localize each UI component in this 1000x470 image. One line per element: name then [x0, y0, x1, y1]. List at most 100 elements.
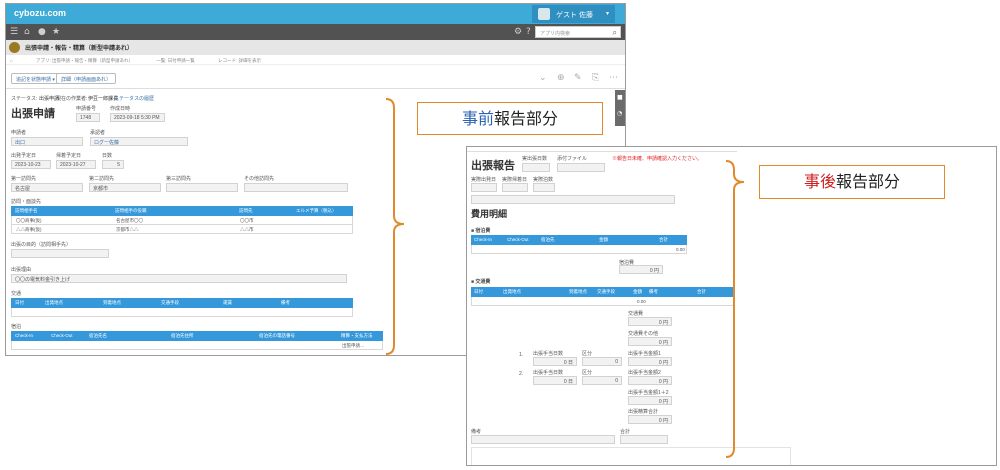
allowance-amount-field: 0 円 — [628, 376, 672, 385]
dest4-field — [244, 183, 348, 192]
visits-label: 訪問・面談先 — [11, 199, 42, 205]
navigation-bar: ☰ ⌂ ● ★ ⚙ ? アプリ内検索 ⌕ — [6, 24, 625, 40]
start-date-field: 2023-10-23 — [11, 160, 51, 169]
grand-total-field: 0 円 — [628, 415, 672, 424]
memo-wide-field — [471, 195, 675, 204]
end-date-field: 2023-10-27 — [56, 160, 96, 169]
page-title: 出張申請 — [11, 107, 55, 120]
home-icon[interactable]: ⌂ — [10, 58, 13, 63]
nights-label: 実際泊数 — [533, 177, 554, 183]
table-row — [11, 308, 353, 317]
transport-total-label: 交通費 — [628, 311, 644, 317]
breadcrumb: ⌂ アプリ: 出張申請・報告・精算（新型申請あれ） 一覧: 日付申請一覧 レコー… — [6, 55, 625, 65]
allowance-days-label: 出張手当日数 — [533, 351, 564, 357]
allowance-row-number: 2. — [519, 371, 524, 377]
chevron-down-icon[interactable]: ⌄ — [539, 73, 547, 83]
reason-field: 〇〇の電気料金引き上げ — [11, 274, 347, 283]
memo-field — [471, 435, 615, 444]
breadcrumb-app[interactable]: アプリ: 出張申請・報告・精算（新型申請あれ） — [36, 58, 133, 63]
copy-icon[interactable]: ⎘ — [592, 73, 599, 83]
dest2-field: 京都市 — [89, 183, 161, 192]
breadcrumb-view[interactable]: 一覧: 日付申請一覧 — [156, 58, 195, 63]
created-field: 2023-09-18 5:30 PM — [110, 113, 165, 122]
allowance-row-number: 1. — [519, 352, 524, 358]
chevron-down-icon: ▾ — [605, 11, 609, 17]
detail-button[interactable]: 詳細（申請画面あれ） — [56, 73, 117, 84]
lodging-section-label: ■ 宿泊費 — [471, 228, 491, 234]
assignee-label: 現在の作業者: — [56, 96, 88, 102]
purpose-field — [11, 249, 109, 258]
table-row: 0.00 — [471, 297, 734, 306]
applicant-field[interactable]: 出口 — [11, 137, 83, 146]
more-icon[interactable]: ⋯ — [609, 73, 618, 83]
menu-icon[interactable]: ☰ — [10, 27, 18, 37]
app-no-field: 1748 — [76, 113, 100, 122]
people-icon[interactable]: ● — [38, 27, 46, 37]
visits-table-header: 訪問相手名 訪問相手の役職 訪問先 エルメ予算（税込） — [11, 206, 353, 216]
allowance-type-label: 区分 — [582, 370, 593, 376]
status-history-link[interactable]: ステータスの履歴 — [114, 95, 154, 102]
allowance-amount-label: 出張手当金額1 — [628, 351, 661, 357]
transport-table-header: 日付 出発地点 到着地点 交通手段 運賃 備考 — [11, 298, 353, 308]
user-menu[interactable]: ゲスト 佐藤 ▾ — [532, 5, 615, 23]
dest2-label: 第二訪問先 — [89, 176, 115, 182]
approver-field[interactable]: ログー佐藤 — [90, 137, 188, 146]
gear-icon[interactable]: ⚙ — [514, 27, 522, 37]
allowance-type-label: 区分 — [582, 351, 593, 357]
actual-days-label: 実出張日数 — [522, 156, 548, 162]
search-icon[interactable]: ⌕ — [613, 28, 617, 38]
depart-label: 実際出発日 — [471, 177, 497, 183]
status-action-button[interactable]: 追記を状態申請 ▾ — [11, 73, 60, 84]
transport-section-label: ■ 交通費 — [471, 279, 491, 285]
applicant-label: 申請者 — [11, 130, 27, 136]
post-report-label: 事後報告部分 — [759, 165, 945, 199]
report-title: 出張報告 — [471, 159, 515, 172]
app-no-label: 申請番号 — [76, 106, 97, 112]
total-label: 合計 — [620, 429, 631, 435]
breadcrumb-record: レコード: 詳細を表示 — [218, 58, 262, 63]
app-icon — [9, 42, 20, 53]
history-icon[interactable]: ◔ — [617, 110, 622, 117]
allowance-type-field: 0 — [582, 376, 622, 385]
help-icon[interactable]: ? — [526, 27, 531, 37]
return-field — [502, 183, 528, 192]
lodging-table-header: Check-In Check-Out 宿泊先名 宿泊先住所 宿泊先の電話番号 精… — [11, 331, 383, 341]
return-label: 実際帰着日 — [502, 177, 528, 183]
allowance-amount-field: 0 円 — [628, 357, 672, 366]
approver-label: 承認者 — [90, 130, 106, 136]
start-date-label: 出発予定日 — [11, 153, 37, 159]
memo-label: 備考 — [471, 429, 482, 435]
app-header: 出張申請・報告・精算（新型申請あれ） — [6, 40, 625, 55]
actual-days-field — [522, 163, 550, 172]
lodging-label: 宿泊 — [11, 324, 22, 330]
lodging-subtotal-field: 0 円 — [619, 265, 663, 274]
dest3-label: 第三訪問先 — [166, 176, 192, 182]
total-field — [620, 435, 668, 444]
table-row: 0.00 — [471, 245, 687, 254]
allowance-days-label: 出張手当日数 — [533, 370, 564, 376]
add-icon[interactable]: ⊕ — [557, 73, 565, 83]
divider — [467, 151, 737, 152]
attachment-field[interactable] — [557, 163, 605, 172]
nights-field — [533, 183, 555, 192]
status-label: ステータス: — [11, 96, 38, 102]
allowance-type-field: 0 — [582, 357, 622, 366]
comment-icon[interactable]: ■ — [617, 94, 623, 101]
purpose-label: 出張の目的（訪問相手先） — [11, 242, 72, 248]
dest1-field: 名古屋 — [11, 183, 83, 192]
table-row: △△商事(仮) 京都市△△ △△市 — [11, 225, 353, 234]
expense-heading: 費用明細 — [471, 210, 508, 220]
allowance-days-field: 0 日 — [533, 376, 577, 385]
transport-label: 交通 — [11, 291, 22, 297]
transport-total-field: 0 円 — [628, 317, 672, 326]
search-input[interactable]: アプリ内検索 ⌕ — [535, 26, 621, 38]
dest4-label: その他訪問先 — [244, 176, 275, 182]
side-panel-toggle[interactable]: ■ ◔ — [615, 90, 625, 126]
avatar — [538, 8, 550, 20]
home-icon[interactable]: ⌂ — [24, 27, 30, 37]
transport-expense-header: 日付 出発地点 到着地点 交通手段 金額 備考 合計 — [471, 287, 734, 297]
user-name: ゲスト 佐藤 — [556, 12, 593, 19]
dest3-field — [166, 183, 238, 192]
star-icon[interactable]: ★ — [52, 27, 60, 37]
edit-icon[interactable]: ✎ — [574, 73, 582, 83]
